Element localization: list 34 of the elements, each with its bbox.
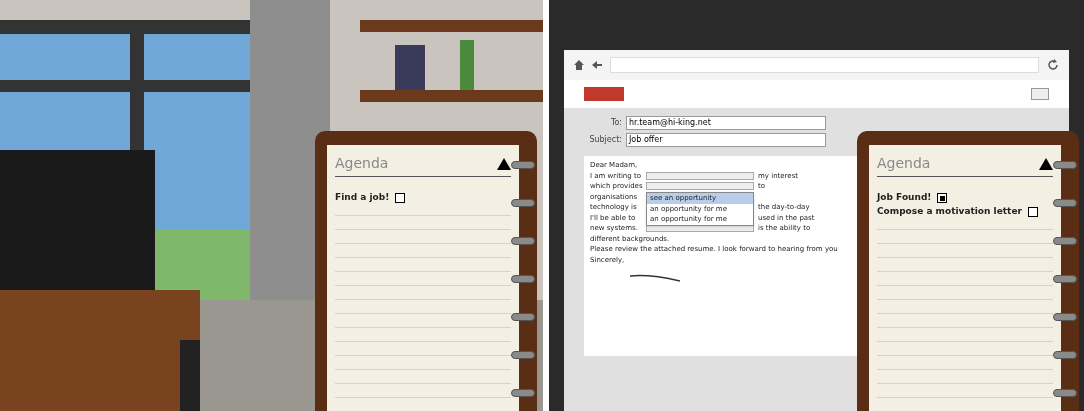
binder-ring [1053, 161, 1077, 169]
field-label: Subject: [588, 134, 622, 146]
checkbox[interactable] [1027, 207, 1038, 217]
checkbox[interactable] [395, 193, 406, 203]
input-field[interactable]: Job offer [626, 133, 826, 147]
field-label: To: [609, 117, 622, 129]
binder-ring [511, 237, 535, 245]
refresh-icon[interactable] [1047, 59, 1059, 71]
checkbox[interactable] [937, 193, 948, 203]
binder-ring [1053, 199, 1077, 207]
binder-ring [511, 351, 535, 359]
signature-icon [630, 273, 680, 283]
binder-ring [511, 313, 535, 321]
dropdown-field[interactable] [646, 171, 754, 180]
collapse-icon[interactable] [1039, 157, 1053, 170]
task-label: Find a job! [335, 191, 390, 205]
collapse-icon[interactable] [497, 157, 511, 170]
input-field[interactable]: hr.team@hi-king.net [626, 116, 826, 130]
binder-ring [511, 199, 535, 207]
binder-ring [511, 389, 535, 397]
binder-ring [1053, 237, 1077, 245]
agenda-title: Agenda [877, 154, 931, 173]
back-icon[interactable] [592, 61, 602, 69]
task-label: Compose a motivation letter [877, 205, 1022, 219]
binder-ring [511, 275, 535, 283]
home-icon[interactable] [574, 60, 584, 70]
task-label: Job Found! [877, 191, 932, 205]
binder-ring [1053, 351, 1077, 359]
binder-ring [511, 161, 535, 169]
agenda-title: Agenda [335, 154, 389, 173]
binder-ring [1053, 389, 1077, 397]
binder-ring [1053, 275, 1077, 283]
binder-ring [1053, 313, 1077, 321]
dropdown-field[interactable] [646, 182, 754, 191]
